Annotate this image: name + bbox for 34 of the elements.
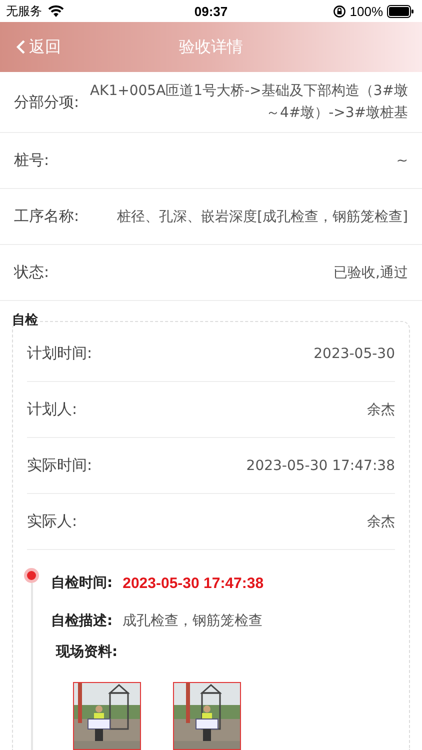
field-value: AK1+005A匝道1号大桥->基础及下部构造（3#墩～4#墩）->3#墩桩基 (88, 82, 408, 123)
clock-time: 09:37 (193, 4, 229, 18)
check-time: 2023-05-30 17:47:38 (122, 574, 264, 592)
field-value: ~ (395, 152, 408, 170)
chevron-left-icon (16, 39, 26, 55)
battery-icon (387, 4, 414, 18)
field-label: 状态: (14, 263, 50, 282)
back-button[interactable]: 返回 (10, 32, 67, 62)
field-value: 余杰 (366, 400, 395, 420)
section-title: 自检 (12, 313, 39, 329)
field-value: 成孔检查，钢筋笼检查 (122, 612, 263, 630)
carrier-text: 无服务 (6, 2, 42, 20)
field-value: 已验收,通过 (332, 264, 408, 282)
timeline-dot (24, 568, 39, 583)
field-value: 2023-05-30 17:47:38 (245, 456, 395, 476)
photo-thumbnail[interactable] (73, 682, 141, 750)
field-label: 工序名称: (14, 207, 80, 226)
battery-percent: 100% (350, 4, 383, 18)
rotation-lock-icon (332, 4, 346, 18)
field-label: 自检描述: (51, 612, 113, 630)
field-label: 实际人: (27, 512, 78, 531)
wifi-icon (48, 5, 64, 17)
field-label: 计划人: (27, 400, 78, 419)
field-label: 自检时间: (51, 574, 113, 592)
field-label: 实际时间: (27, 456, 92, 475)
field-label: 现场资料: (56, 643, 119, 662)
field-label: 桩号: (14, 151, 50, 170)
field-value: 余杰 (366, 512, 395, 532)
field-label: 分部分项: (14, 92, 80, 112)
page-title: 验收详情 (178, 36, 244, 58)
photo-thumbnail[interactable] (173, 682, 241, 750)
field-value: 桩径、孔深、嵌岩深度[成孔检查，钢筋笼检查] (116, 208, 408, 226)
field-value: 2023-05-30 (312, 344, 395, 364)
field-label: 计划时间: (27, 344, 92, 363)
